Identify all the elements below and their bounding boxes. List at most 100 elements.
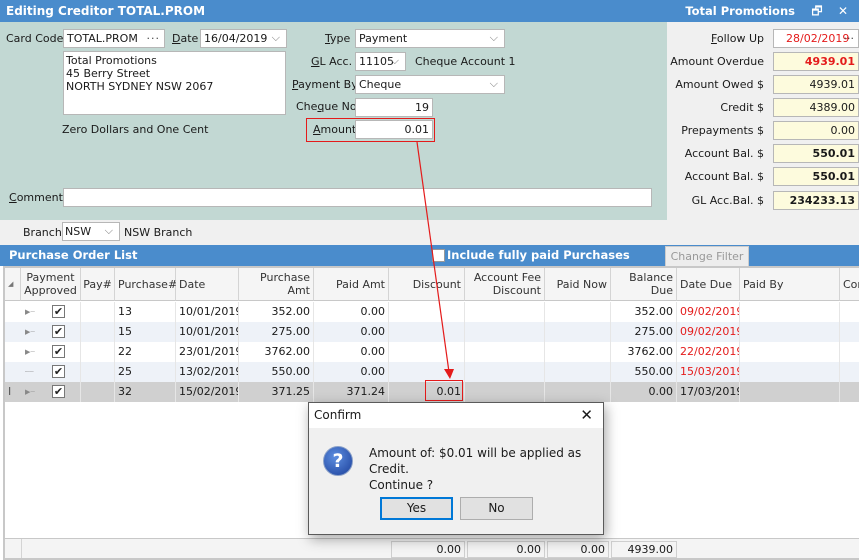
cell-comment[interactable] [840,302,859,322]
card-code-lookup-button[interactable]: ··· [147,30,161,47]
yes-button[interactable]: Yes [380,497,453,520]
cell-fee-discount[interactable] [465,322,545,342]
cell-discount[interactable] [389,362,465,382]
payment-approved-checkbox[interactable]: ✔ [52,385,65,398]
cell-pay[interactable] [81,342,115,362]
col-date-due[interactable]: Date Due [677,268,740,301]
table-row[interactable]: ▶┈ ✔ 22 23/01/2019 3762.00 0.00 3762.00 22/02/2… [5,342,859,362]
col-purchase-amt[interactable]: Purchase Amt [239,268,314,301]
cell-date[interactable]: 10/01/2019 [176,322,239,342]
cell-date[interactable]: 15/02/2019 [176,382,239,402]
cell-pay[interactable] [81,302,115,322]
cell-discount[interactable] [389,342,465,362]
col-discount[interactable]: Discount [389,268,465,301]
cell-date[interactable]: 13/02/2019 [176,362,239,382]
payment-approved-checkbox[interactable]: ✔ [52,305,65,318]
cell-purchase-amt[interactable]: 275.00 [239,322,314,342]
cell-purchase[interactable]: 15 [115,322,176,342]
cell-paid-now[interactable] [545,302,611,322]
col-paid-amt[interactable]: Paid Amt [314,268,389,301]
payment-approved-checkbox[interactable]: ✔ [52,345,65,358]
cell-purchase-amt[interactable]: 550.00 [239,362,314,382]
card-code-field[interactable]: TOTAL.PROM ··· [63,29,165,48]
table-row[interactable]: ┈┈ ✔ 25 13/02/2019 550.00 0.00 550.00 15/03/201… [5,362,859,382]
cell-pay[interactable] [81,362,115,382]
date-picker[interactable]: 16/04/2019 [200,29,287,48]
cell-balance-due[interactable]: 550.00 [611,362,677,382]
cell-paid-now[interactable] [545,322,611,342]
dialog-close-icon[interactable]: ✕ [580,403,593,428]
col-payment-approved[interactable]: Payment Approved [21,268,81,301]
payment-approved-checkbox[interactable]: ✔ [52,325,65,338]
include-fully-paid-checkbox[interactable] [432,249,445,262]
cell-date-due[interactable]: 09/02/2019 [677,322,740,342]
col-comment[interactable]: Com [840,268,859,301]
payment-approved-checkbox[interactable]: ✔ [52,365,65,378]
cell-date-due[interactable]: 09/02/2019 [677,302,740,322]
cell-paid-amt[interactable]: 0.00 [314,322,389,342]
close-icon[interactable]: ✕ [835,0,851,22]
grid-corner-icon[interactable]: ◢ [5,268,21,301]
cell-purchase-amt[interactable]: 3762.00 [239,342,314,362]
col-date[interactable]: Date [176,268,239,301]
cell-purchase[interactable]: 22 [115,342,176,362]
cell-comment[interactable] [840,382,859,402]
address-field[interactable]: Total Promotions 45 Berry Street NORTH S… [63,51,286,115]
col-paid-by[interactable]: Paid By [740,268,840,301]
cell-discount[interactable] [389,302,465,322]
cell-purchase-amt[interactable]: 352.00 [239,302,314,322]
cell-date-due[interactable]: 22/02/2019 [677,342,740,362]
cheque-no-field[interactable]: 19 [355,98,433,117]
cell-paid-by[interactable] [740,342,840,362]
cell-fee-discount[interactable] [465,342,545,362]
no-button[interactable]: No [460,497,533,520]
cell-paid-by[interactable] [740,362,840,382]
type-select[interactable]: Payment [355,29,505,48]
restore-window-icon[interactable]: 🗗 [809,0,825,22]
col-pay-number[interactable]: Pay# [81,268,115,301]
cell-comment[interactable] [840,362,859,382]
cell-paid-amt[interactable]: 371.24 [314,382,389,402]
cell-paid-now[interactable] [545,362,611,382]
cell-fee-discount[interactable] [465,302,545,322]
table-row[interactable]: ▶┈ ✔ 15 10/01/2019 275.00 0.00 275.00 09/02/201… [5,322,859,342]
cell-paid-amt[interactable]: 0.00 [314,362,389,382]
cell-date[interactable]: 23/01/2019 [176,342,239,362]
cell-balance-due[interactable]: 275.00 [611,322,677,342]
table-row[interactable]: ▶┈ ✔ 13 10/01/2019 352.00 0.00 352.00 09/02/201… [5,302,859,322]
col-balance-due[interactable]: Balance Due [611,268,677,301]
branch-select[interactable]: NSW [62,222,120,241]
cell-purchase-amt[interactable]: 371.25 [239,382,314,402]
cell-discount[interactable] [389,322,465,342]
cell-pay[interactable] [81,382,115,402]
change-filter-button[interactable]: Change Filter [665,246,749,266]
cell-purchase[interactable]: 32 [115,382,176,402]
cell-paid-amt[interactable]: 0.00 [314,342,389,362]
follow-up-field[interactable]: 28/02/2019 ··· [773,29,859,48]
cell-paid-amt[interactable]: 0.00 [314,302,389,322]
payment-by-select[interactable]: Cheque [355,75,505,94]
cell-fee-discount[interactable] [465,382,545,402]
cell-purchase[interactable]: 25 [115,362,176,382]
cell-fee-discount[interactable] [465,362,545,382]
gl-acc-select[interactable]: 11105 [355,52,406,71]
cell-paid-now[interactable] [545,382,611,402]
cell-date-due[interactable]: 17/03/2019 [677,382,740,402]
col-paid-now[interactable]: Paid Now [545,268,611,301]
follow-up-button[interactable]: ··· [844,30,855,47]
col-purchase-number[interactable]: Purchase# [115,268,177,301]
cell-comment[interactable] [840,342,859,362]
cell-paid-by[interactable] [740,302,840,322]
cell-paid-by[interactable] [740,322,840,342]
cell-date-due[interactable]: 15/03/2019 [677,362,740,382]
cell-pay[interactable] [81,322,115,342]
cell-date[interactable]: 10/01/2019 [176,302,239,322]
col-account-fee-discount[interactable]: Account Fee Discount [465,268,545,301]
cell-comment[interactable] [840,322,859,342]
include-fully-paid-label[interactable]: Include fully paid Purchases [447,245,630,266]
cell-paid-now[interactable] [545,342,611,362]
cell-purchase[interactable]: 13 [115,302,176,322]
cell-paid-by[interactable] [740,382,840,402]
cell-balance-due[interactable]: 0.00 [611,382,677,402]
cell-balance-due[interactable]: 3762.00 [611,342,677,362]
